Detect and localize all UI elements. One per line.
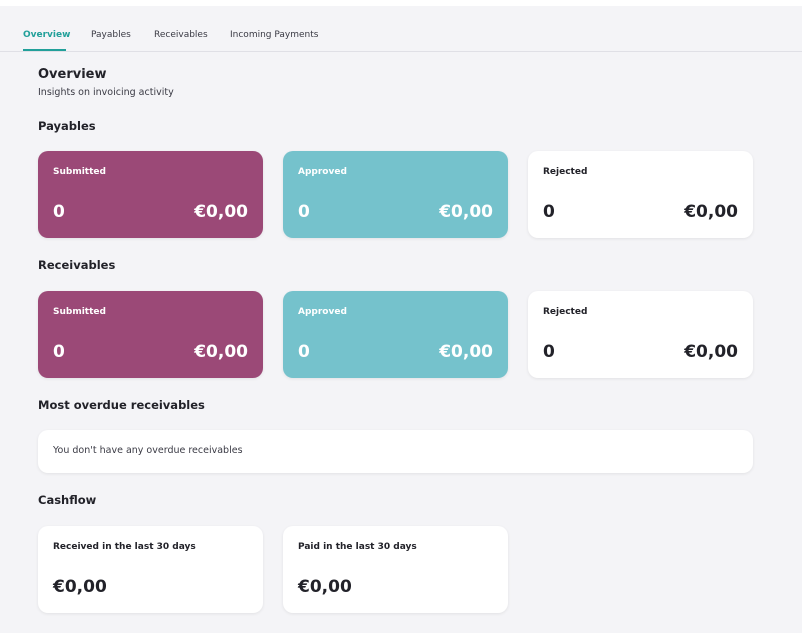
cashflow-heading: Cashflow [38,493,97,507]
overdue-heading: Most overdue receivables [38,398,205,412]
cashflow-paid-card[interactable]: Paid in the last 30 days €0,00 [283,526,508,613]
overdue-receivables-card: You don't have any overdue receivables [38,430,753,473]
card-amount: €0,00 [439,342,493,362]
card-label: Rejected [543,307,588,317]
receivables-submitted-card[interactable]: Submitted 0 €0,00 [38,291,263,378]
cashflow-received-card[interactable]: Received in the last 30 days €0,00 [38,526,263,613]
card-amount: €0,00 [194,342,248,362]
card-label: Approved [298,307,347,317]
receivables-rejected-card[interactable]: Rejected 0 €0,00 [528,291,753,378]
tab-incoming-payments[interactable]: Incoming Payments [230,30,318,40]
payables-approved-card[interactable]: Approved 0 €0,00 [283,151,508,238]
payables-submitted-card[interactable]: Submitted 0 €0,00 [38,151,263,238]
card-label: Approved [298,167,347,177]
card-label: Rejected [543,167,588,177]
card-count: 0 [53,342,65,362]
card-count: 0 [298,202,310,222]
active-tab-indicator [23,49,66,51]
receivables-approved-card[interactable]: Approved 0 €0,00 [283,291,508,378]
card-count: 0 [298,342,310,362]
card-amount: €0,00 [194,202,248,222]
tab-payables[interactable]: Payables [91,30,131,40]
card-amount: €0,00 [439,202,493,222]
dashboard-frame: Overview Payables Receivables Incoming P… [0,6,802,633]
card-label: Submitted [53,167,106,177]
page-title: Overview [38,67,107,82]
card-count: 0 [53,202,65,222]
receivables-heading: Receivables [38,258,116,272]
payables-heading: Payables [38,119,96,133]
page-subtitle: Insights on invoicing activity [38,87,174,98]
card-amount: €0,00 [53,577,107,597]
empty-state-message: You don't have any overdue receivables [53,445,243,456]
payables-rejected-card[interactable]: Rejected 0 €0,00 [528,151,753,238]
tab-overview[interactable]: Overview [23,30,70,40]
card-amount: €0,00 [298,577,352,597]
card-label: Paid in the last 30 days [298,542,417,552]
tab-receivables[interactable]: Receivables [154,30,208,40]
card-count: 0 [543,342,555,362]
card-amount: €0,00 [684,202,738,222]
card-label: Received in the last 30 days [53,542,196,552]
card-count: 0 [543,202,555,222]
card-amount: €0,00 [684,342,738,362]
card-label: Submitted [53,307,106,317]
tab-bar: Overview Payables Receivables Incoming P… [0,6,802,52]
